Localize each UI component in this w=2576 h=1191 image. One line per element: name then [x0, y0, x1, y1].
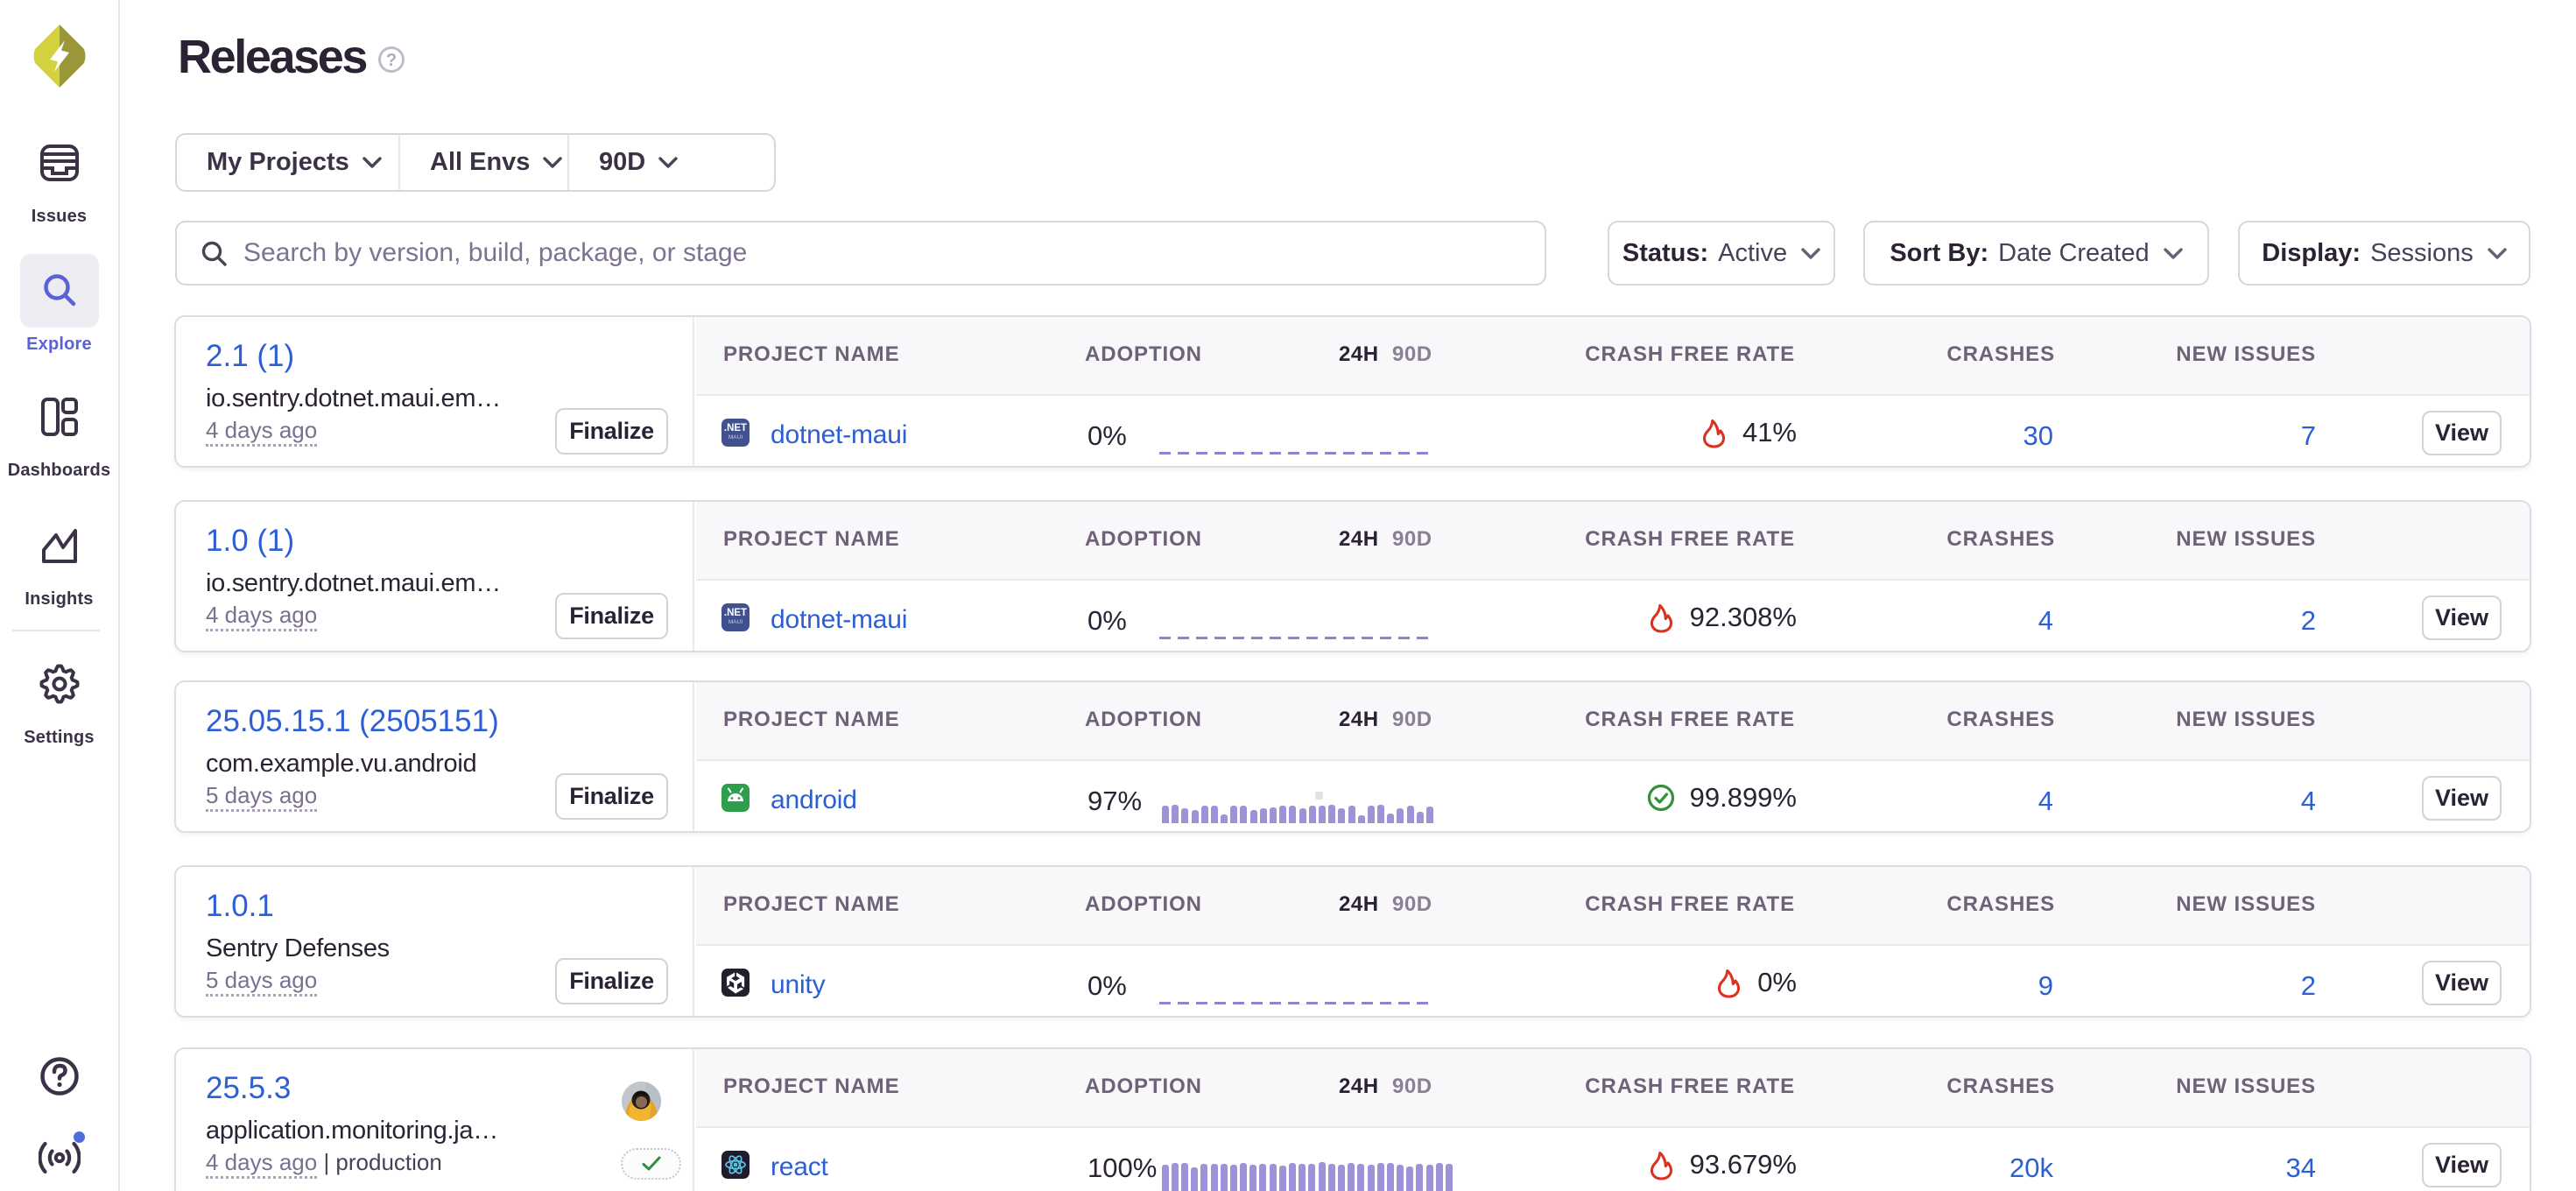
- svg-text:.NET: .NET: [724, 423, 747, 433]
- svg-text:.NET: .NET: [724, 608, 747, 618]
- svg-text:MAUI: MAUI: [728, 619, 743, 625]
- svg-text:MAUI: MAUI: [728, 434, 743, 440]
